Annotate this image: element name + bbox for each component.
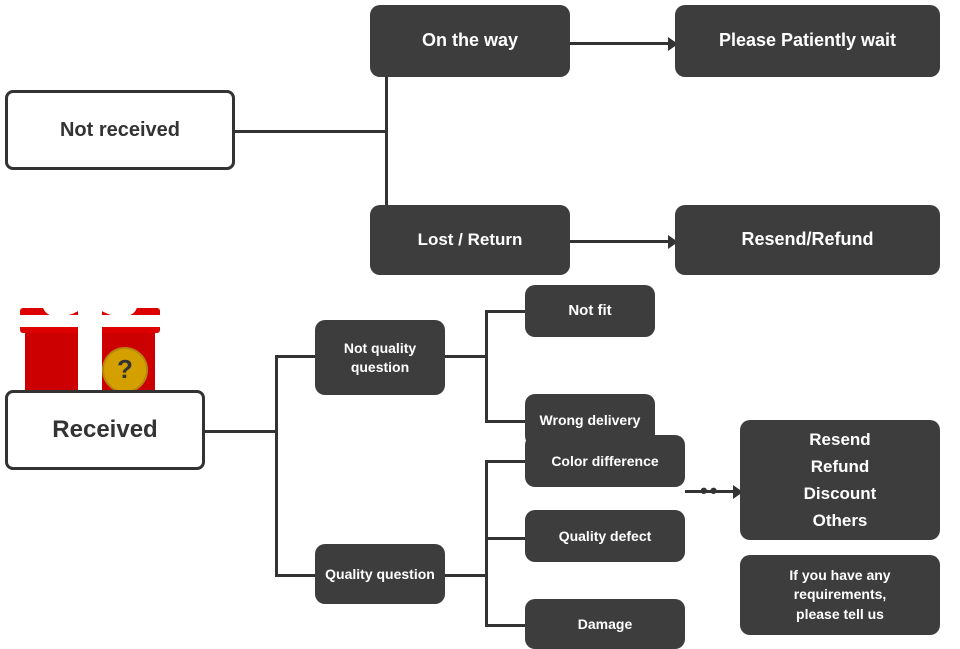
svg-text:?: ? <box>117 354 133 384</box>
line-quality-q-branch <box>445 574 485 577</box>
line-to-quality-defect <box>485 537 530 540</box>
line-received-branch <box>205 430 275 433</box>
line-vertical-not-quality <box>485 310 488 420</box>
quality-question-box: Quality question <box>315 544 445 604</box>
line-to-quality-q <box>275 574 320 577</box>
line-to-damage <box>485 624 530 627</box>
line-vertical-received-split <box>275 355 278 575</box>
not-fit-box: Not fit <box>525 285 655 337</box>
please-wait-box: Please Patiently wait <box>675 5 940 77</box>
flowchart-diagram: ? Not received On the way Please Patient… <box>0 0 960 639</box>
not-received-box: Not received <box>5 90 235 170</box>
gift-box-icon: ? <box>10 250 170 410</box>
line-vertical-quality <box>485 460 488 625</box>
received-box: Received <box>5 390 205 470</box>
line-on-the-way-to-wait <box>570 42 670 45</box>
line-to-options <box>685 490 735 493</box>
line-not-received-branch <box>235 130 385 133</box>
line-lost-to-resend <box>570 240 670 243</box>
line-to-not-quality <box>275 355 320 358</box>
damage-box: Damage <box>525 599 685 649</box>
not-quality-box: Not quality question <box>315 320 445 395</box>
requirements-box: If you have any requirements, please tel… <box>740 555 940 635</box>
line-to-color-diff <box>485 460 530 463</box>
line-to-wrong-delivery <box>485 420 530 423</box>
on-the-way-box: On the way <box>370 5 570 77</box>
line-not-quality-branch <box>445 355 485 358</box>
line-to-not-fit <box>485 310 530 313</box>
lost-return-box: Lost / Return <box>370 205 570 275</box>
quality-defect-box: Quality defect <box>525 510 685 562</box>
color-difference-box: Color difference <box>525 435 685 487</box>
resend-options-box: Resend Refund Discount Others <box>740 420 940 540</box>
resend-refund-top-box: Resend/Refund <box>675 205 940 275</box>
